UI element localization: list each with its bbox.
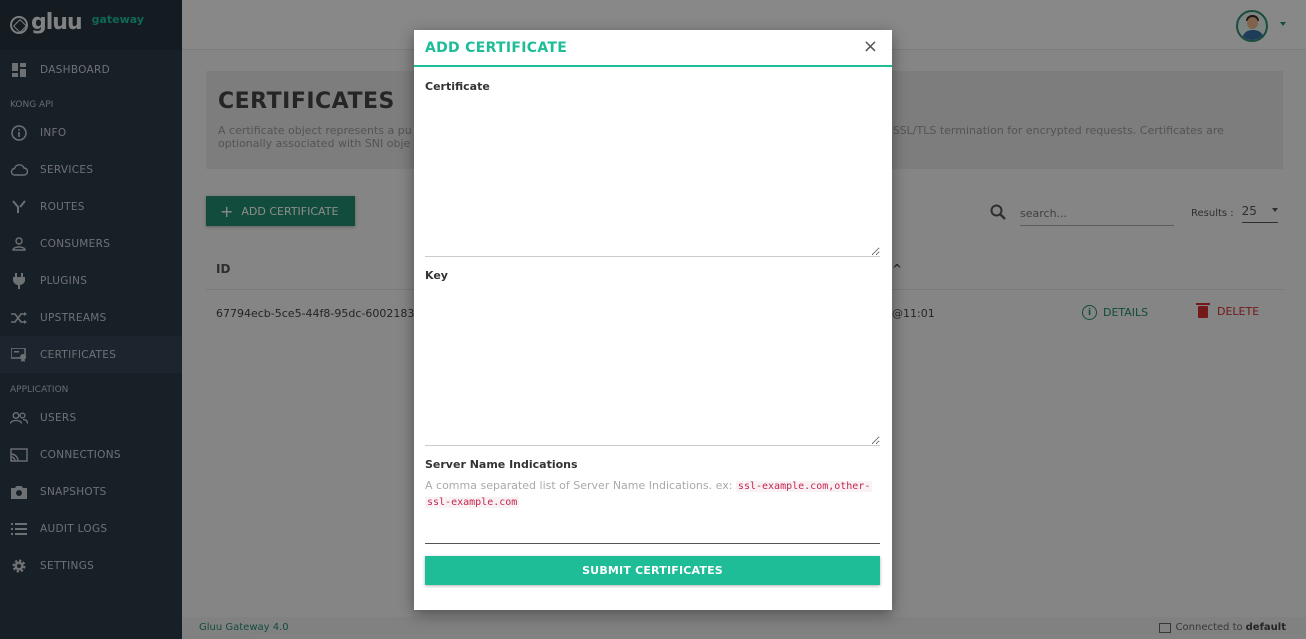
add-certificate-modal: ADD CERTIFICATE × Certificate Key Server…	[414, 30, 892, 610]
key-label: Key	[425, 269, 448, 282]
sni-example-cont: ssl-example.com	[425, 497, 520, 508]
submit-certificates-button[interactable]: SUBMIT CERTIFICATES	[425, 556, 880, 585]
modal-title: ADD CERTIFICATE	[425, 39, 568, 56]
close-icon[interactable]: ×	[863, 38, 878, 56]
modal-header: ADD CERTIFICATE ×	[414, 30, 892, 67]
sni-example: ssl-example.com,other-	[735, 481, 873, 492]
certificate-label: Certificate	[425, 80, 490, 93]
sni-label: Server Name Indications	[425, 458, 578, 471]
modal-body: Certificate Key Server Name Indications …	[414, 80, 892, 585]
sni-hint: A comma separated list of Server Name In…	[425, 479, 873, 508]
key-textarea[interactable]	[425, 288, 880, 446]
certificate-textarea[interactable]	[425, 99, 880, 257]
sni-input[interactable]	[425, 518, 880, 544]
